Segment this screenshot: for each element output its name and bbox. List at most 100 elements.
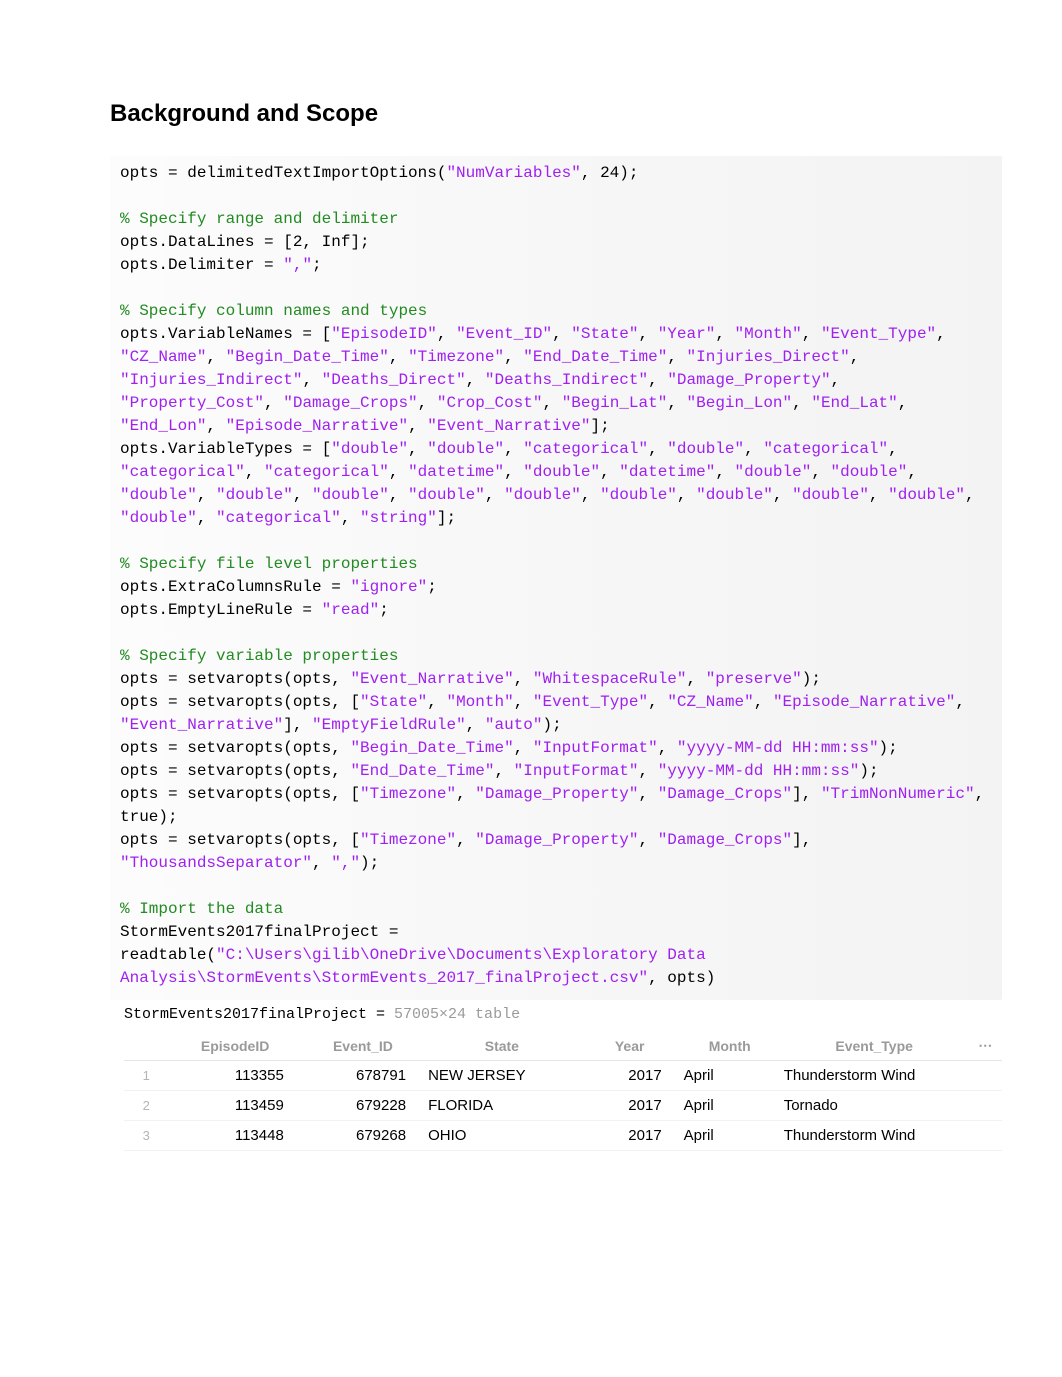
table-header-row: EpisodeID Event_ID State Year Month Even…: [124, 1031, 1002, 1061]
code-string: "Damage_Property": [475, 831, 638, 849]
code-text: readtable(: [120, 946, 216, 964]
code-string: "double": [831, 463, 908, 481]
code-string: "ignore": [350, 578, 427, 596]
code-string: "double": [312, 486, 389, 504]
cell-episodeid: 113448: [168, 1121, 301, 1151]
code-string: "double": [120, 509, 197, 527]
section-heading: Background and Scope: [110, 100, 1002, 128]
code-text: opts.EmptyLineRule =: [120, 601, 322, 619]
code-text: opts = setvaropts(opts, [: [120, 785, 360, 803]
table-row: 3113448679268OHIO2017AprilThunderstorm W…: [124, 1121, 1002, 1151]
table-row: 2113459679228FLORIDA2017AprilTornado: [124, 1091, 1002, 1121]
code-string: "yyyy-MM-dd HH:mm:ss": [677, 739, 879, 757]
code-string: "double": [792, 486, 869, 504]
code-text: opts.Delimiter =: [120, 256, 283, 274]
output-variable: StormEvents2017finalProject =: [124, 1006, 394, 1023]
code-string: "datetime": [619, 463, 715, 481]
code-string: "End_Date_Time": [523, 348, 667, 366]
code-string: "Injuries_Indirect": [120, 371, 302, 389]
code-string: "Damage_Crops": [658, 831, 792, 849]
code-string: "State": [360, 693, 427, 711]
output-table: EpisodeID Event_ID State Year Month Even…: [124, 1031, 1002, 1151]
code-text: ];: [437, 509, 456, 527]
code-text: opts = setvaropts(opts, [: [120, 831, 360, 849]
cell-eventid: 678791: [302, 1061, 424, 1091]
code-string: "Timezone": [360, 831, 456, 849]
code-string: "Month": [446, 693, 513, 711]
code-string: "Deaths_Direct": [322, 371, 466, 389]
code-string: "CZ_Name": [667, 693, 753, 711]
code-string: "string": [360, 509, 437, 527]
cell-eventid: 679268: [302, 1121, 424, 1151]
code-text: , 24);: [581, 164, 639, 182]
code-text: opts = setvaropts(opts,: [120, 762, 350, 780]
cell-year: 2017: [580, 1091, 680, 1121]
code-string: "Event_Narrative": [427, 417, 590, 435]
code-string: "TrimNonNumeric": [821, 785, 975, 803]
cell-month: April: [680, 1091, 780, 1121]
code-string: "Damage_Crops": [658, 785, 792, 803]
code-string: "categorical": [120, 463, 245, 481]
code-string: "double": [427, 440, 504, 458]
cell-month: April: [680, 1061, 780, 1091]
code-string: "Event_Narrative": [350, 670, 513, 688]
cell-state: FLORIDA: [424, 1091, 580, 1121]
code-string: "End_Lat": [811, 394, 897, 412]
code-string: "Begin_Date_Time": [226, 348, 389, 366]
col-header: State: [424, 1031, 580, 1061]
code-string: "Year": [658, 325, 716, 343]
code-block: opts = delimitedTextImportOptions("NumVa…: [110, 156, 1002, 1000]
code-string: "categorical": [264, 463, 389, 481]
code-string: "End_Lon": [120, 417, 206, 435]
code-string: "double": [735, 463, 812, 481]
code-string: "Begin_Date_Time": [350, 739, 513, 757]
cell-year: 2017: [580, 1061, 680, 1091]
code-text: StormEvents2017finalProject =: [120, 923, 398, 941]
code-text: opts.VariableNames = [: [120, 325, 331, 343]
cell-state: NEW JERSEY: [424, 1061, 580, 1091]
code-string: "Injuries_Direct": [687, 348, 850, 366]
code-string: "NumVariables": [446, 164, 580, 182]
code-comment: % Import the data: [120, 900, 283, 918]
code-string: "Damage_Property": [475, 785, 638, 803]
code-string: "auto": [485, 716, 543, 734]
code-string: "Begin_Lat": [562, 394, 668, 412]
code-string: "categorical": [216, 509, 341, 527]
col-header: Year: [580, 1031, 680, 1061]
code-text: opts.DataLines = [2, Inf];: [120, 233, 370, 251]
code-string: "InputFormat": [514, 762, 639, 780]
row-number: 1: [124, 1061, 168, 1091]
code-string: "double": [667, 440, 744, 458]
code-string: "InputFormat": [533, 739, 658, 757]
cell-episodeid: 113459: [168, 1091, 301, 1121]
code-string: "Event_Narrative": [120, 716, 283, 734]
code-text: opts = setvaropts(opts, [: [120, 693, 360, 711]
code-string: "State": [571, 325, 638, 343]
code-string: "Timezone": [360, 785, 456, 803]
code-string: "Damage_Crops": [283, 394, 417, 412]
ellipsis-icon: ⋯: [969, 1031, 1002, 1061]
code-string: "Property_Cost": [120, 394, 264, 412]
code-string: "EmptyFieldRule": [312, 716, 466, 734]
output-dimensions: 57005×24 table: [394, 1006, 520, 1023]
code-text: opts = setvaropts(opts,: [120, 670, 350, 688]
code-string: "EpisodeID": [331, 325, 437, 343]
row-number: 2: [124, 1091, 168, 1121]
table-row: 1113355678791NEW JERSEY2017AprilThunders…: [124, 1061, 1002, 1091]
code-text: , opts): [648, 969, 715, 987]
code-text: opts = delimitedTextImportOptions(: [120, 164, 446, 182]
code-comment: % Specify range and delimiter: [120, 210, 398, 228]
code-string: "Episode_Narrative": [226, 417, 408, 435]
code-string: "Event_Type": [533, 693, 648, 711]
code-string: "Damage_Property": [667, 371, 830, 389]
code-string: "CZ_Name": [120, 348, 206, 366]
code-string: "double": [696, 486, 773, 504]
code-text: ];: [591, 417, 610, 435]
row-number: 3: [124, 1121, 168, 1151]
code-comment: % Specify file level properties: [120, 555, 418, 573]
code-string: "datetime": [408, 463, 504, 481]
cell-eventtype: Thunderstorm Wind: [780, 1121, 969, 1151]
code-string: "double": [120, 486, 197, 504]
code-string: "double": [888, 486, 965, 504]
document-page: Background and Scope opts = delimitedTex…: [0, 0, 1062, 1211]
